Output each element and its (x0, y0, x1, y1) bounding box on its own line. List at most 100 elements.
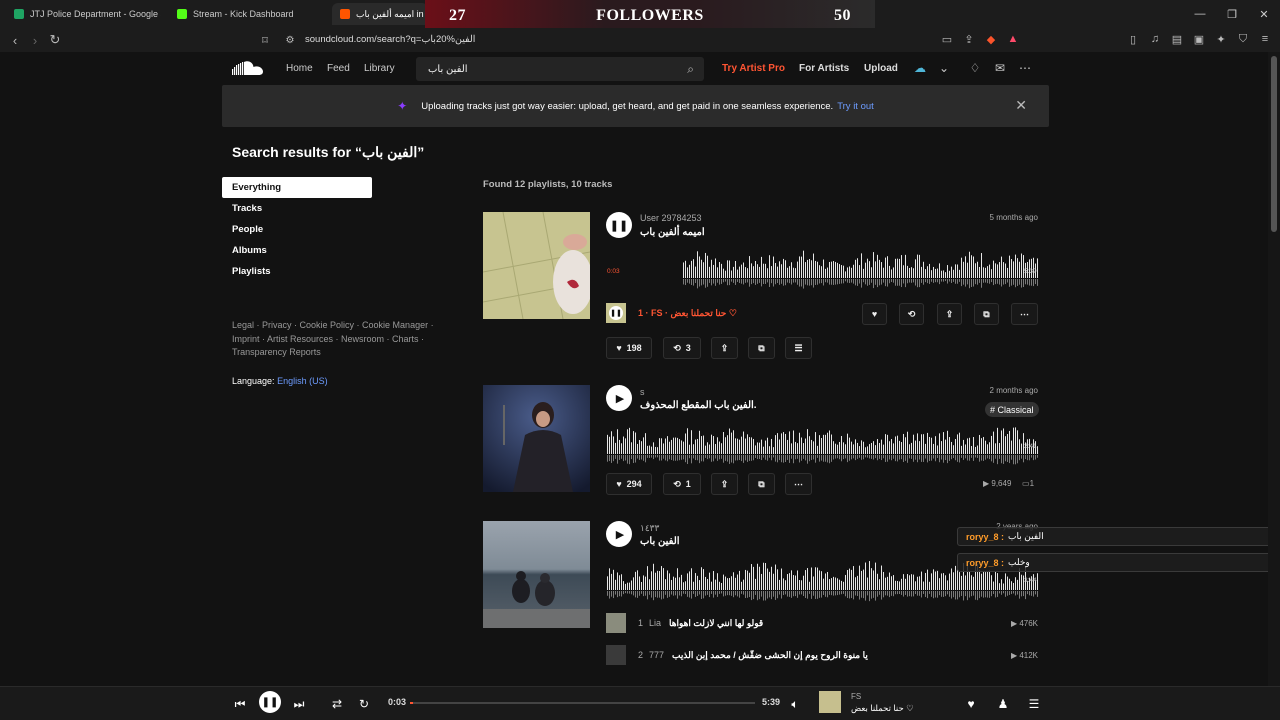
language-value[interactable]: English (US) (277, 376, 328, 386)
share-button[interactable]: ⇪ (937, 303, 962, 325)
avatar[interactable]: ☁ (912, 60, 928, 76)
player-title[interactable]: حنا تحملنا بعض ♡ (851, 703, 914, 714)
scrollbar-thumb[interactable] (1271, 56, 1277, 232)
try-it-out-link[interactable]: Try it out (837, 101, 874, 112)
track-title[interactable]: اميمه ألفين باب (640, 227, 705, 238)
list-item[interactable]: 1 Lia قولو لها انني لازلت اهواها ▶ 476K (606, 611, 1038, 635)
comment-author[interactable]: roryy_8 : (966, 532, 1004, 542)
track-uploader[interactable]: User 29784253 (640, 213, 702, 223)
minimize-icon[interactable]: — (1184, 0, 1216, 28)
list-item-title[interactable]: يا منوة الروح يوم إن الحشى ضقّش / محمد إ… (672, 650, 868, 661)
footer-line[interactable]: Transparency Reports (232, 346, 442, 360)
track-title[interactable]: الفين باب المقطع المحذوف. (640, 400, 757, 411)
reload-icon[interactable]: ↻ (45, 30, 65, 50)
leo-icon[interactable]: ✦ (1214, 32, 1228, 46)
track-uploader[interactable]: s (640, 387, 645, 397)
next-icon[interactable]: ⏭ (290, 695, 308, 713)
player-progress-bar[interactable] (410, 702, 755, 704)
play-button[interactable]: ▶ (606, 521, 632, 547)
list-item-artist[interactable]: 777 (649, 650, 664, 660)
genre-tag[interactable]: # Classical (985, 402, 1039, 417)
player-artist[interactable]: FS (851, 692, 861, 701)
more-icon[interactable]: ⋯ (1017, 60, 1033, 76)
browser-tab-soundcloud[interactable]: اميمه ألفين باب in ♡ حنا (332, 3, 428, 25)
copy-link-button[interactable]: ⧉ (748, 473, 775, 495)
more-button[interactable]: ⋯ (1011, 303, 1038, 325)
footer-line[interactable]: Imprint · Artist Resources · Newsroom · … (232, 333, 442, 347)
like-button[interactable]: ♥ 198 (606, 337, 652, 359)
maximize-icon[interactable]: ❐ (1216, 0, 1248, 28)
now-playing-row[interactable]: 1 · FS · حنا تحملنا بعض ♡ (638, 308, 737, 319)
track-artwork[interactable] (483, 212, 590, 319)
search-icon[interactable]: ⌕ (687, 62, 694, 77)
try-artist-pro-link[interactable]: Try Artist Pro (722, 63, 785, 74)
filter-tracks[interactable]: Tracks (222, 198, 372, 219)
reader-icon[interactable]: ▤ (1170, 32, 1184, 46)
filter-everything[interactable]: Everything (222, 177, 372, 198)
player-pause-button[interactable]: ❚❚ (259, 691, 281, 713)
wallet-icon[interactable]: ▣ (1192, 32, 1206, 46)
waveform-comment[interactable]: roryy_8 : الفين باب (957, 527, 1280, 546)
back-icon[interactable]: ‹ (5, 30, 25, 50)
share-button[interactable]: ⇪ (711, 337, 738, 359)
repost-button[interactable]: ⟲ 3 (663, 337, 701, 359)
notifications-icon[interactable]: ♢ (967, 60, 983, 76)
waveform[interactable] (683, 248, 1038, 292)
pause-button[interactable]: ❚❚ (606, 212, 632, 238)
now-playing-thumb[interactable]: ❚❚ (606, 303, 626, 323)
search-input[interactable]: الفين باب ⌕ (416, 57, 704, 81)
rewards-icon[interactable]: ▲ (1006, 32, 1020, 46)
like-button[interactable]: ♥ 294 (606, 473, 652, 495)
heart-icon[interactable]: ♥ (962, 695, 980, 713)
comment-author[interactable]: roryy_8 : (966, 558, 1004, 568)
music-icon[interactable]: ♫ (1148, 32, 1162, 46)
list-item-title[interactable]: قولو لها انني لازلت اهواها (669, 618, 763, 629)
site-info-icon[interactable]: ⚙ (280, 30, 300, 50)
volume-icon[interactable]: 🔈︎ (786, 695, 804, 713)
track-title[interactable]: الفين باب (640, 536, 680, 547)
more-button[interactable]: ⋯ (785, 473, 812, 495)
previous-icon[interactable]: ⏮ (231, 695, 249, 713)
bookmark-icon[interactable]: ⌑ (255, 30, 275, 50)
browser-tab-sheets[interactable]: JTJ Police Department - Google Sheets (6, 3, 161, 25)
share-button[interactable]: ⇪ (711, 473, 738, 495)
track-artwork[interactable] (483, 521, 590, 628)
close-icon[interactable]: ✕ (1248, 0, 1280, 28)
waveform-comment[interactable]: roryy_8 : وخلب (957, 553, 1280, 572)
for-artists-link[interactable]: For Artists (799, 63, 849, 74)
comment-count[interactable]: ▭1 (1022, 479, 1034, 488)
add-to-queue-button[interactable]: ☰ (785, 337, 812, 359)
repost-button[interactable]: ⟲ (899, 303, 924, 325)
list-item[interactable]: 2 777 يا منوة الروح يوم إن الحشى ضقّش / … (606, 643, 1038, 667)
player-artwork[interactable] (819, 691, 841, 713)
nav-library[interactable]: Library (364, 63, 395, 74)
menu-icon[interactable]: ≡ (1258, 32, 1272, 46)
screen-icon[interactable]: ▭ (940, 32, 954, 46)
play-button[interactable]: ▶ (606, 385, 632, 411)
messages-icon[interactable]: ✉ (992, 60, 1008, 76)
like-button[interactable]: ♥ (862, 303, 887, 325)
footer-line[interactable]: Legal · Privacy · Cookie Policy · Cookie… (232, 319, 442, 333)
queue-icon[interactable]: ☰ (1025, 695, 1043, 713)
follow-user-icon[interactable]: ♟ (994, 695, 1012, 713)
soundcloud-logo-icon[interactable] (232, 60, 264, 78)
repeat-icon[interactable]: ↻ (355, 695, 373, 713)
shuffle-icon[interactable]: ⇄ (328, 695, 346, 713)
brave-shield-icon[interactable]: ◆ (984, 32, 998, 46)
repost-button[interactable]: ⟲ 1 (663, 473, 701, 495)
chevron-down-icon[interactable]: ⌄ (936, 60, 952, 76)
filter-playlists[interactable]: Playlists (222, 261, 372, 282)
url-text[interactable]: soundcloud.com/search?q=الفين%20باب (305, 34, 475, 45)
browser-tab-kick[interactable]: Stream - Kick Dashboard (169, 3, 324, 25)
copy-link-button[interactable]: ⧉ (974, 303, 999, 325)
forward-icon[interactable]: › (25, 30, 45, 50)
page-scrollbar[interactable] (1268, 52, 1280, 686)
share-icon[interactable]: ⇪ (962, 32, 976, 46)
track-artwork[interactable] (483, 385, 590, 492)
sidebar-icon[interactable]: ▯ (1126, 32, 1140, 46)
upload-link[interactable]: Upload (864, 63, 898, 74)
close-icon[interactable]: ✕ (1015, 97, 1027, 114)
waveform[interactable] (607, 424, 1038, 468)
nav-feed[interactable]: Feed (327, 63, 350, 74)
copy-link-button[interactable]: ⧉ (748, 337, 775, 359)
